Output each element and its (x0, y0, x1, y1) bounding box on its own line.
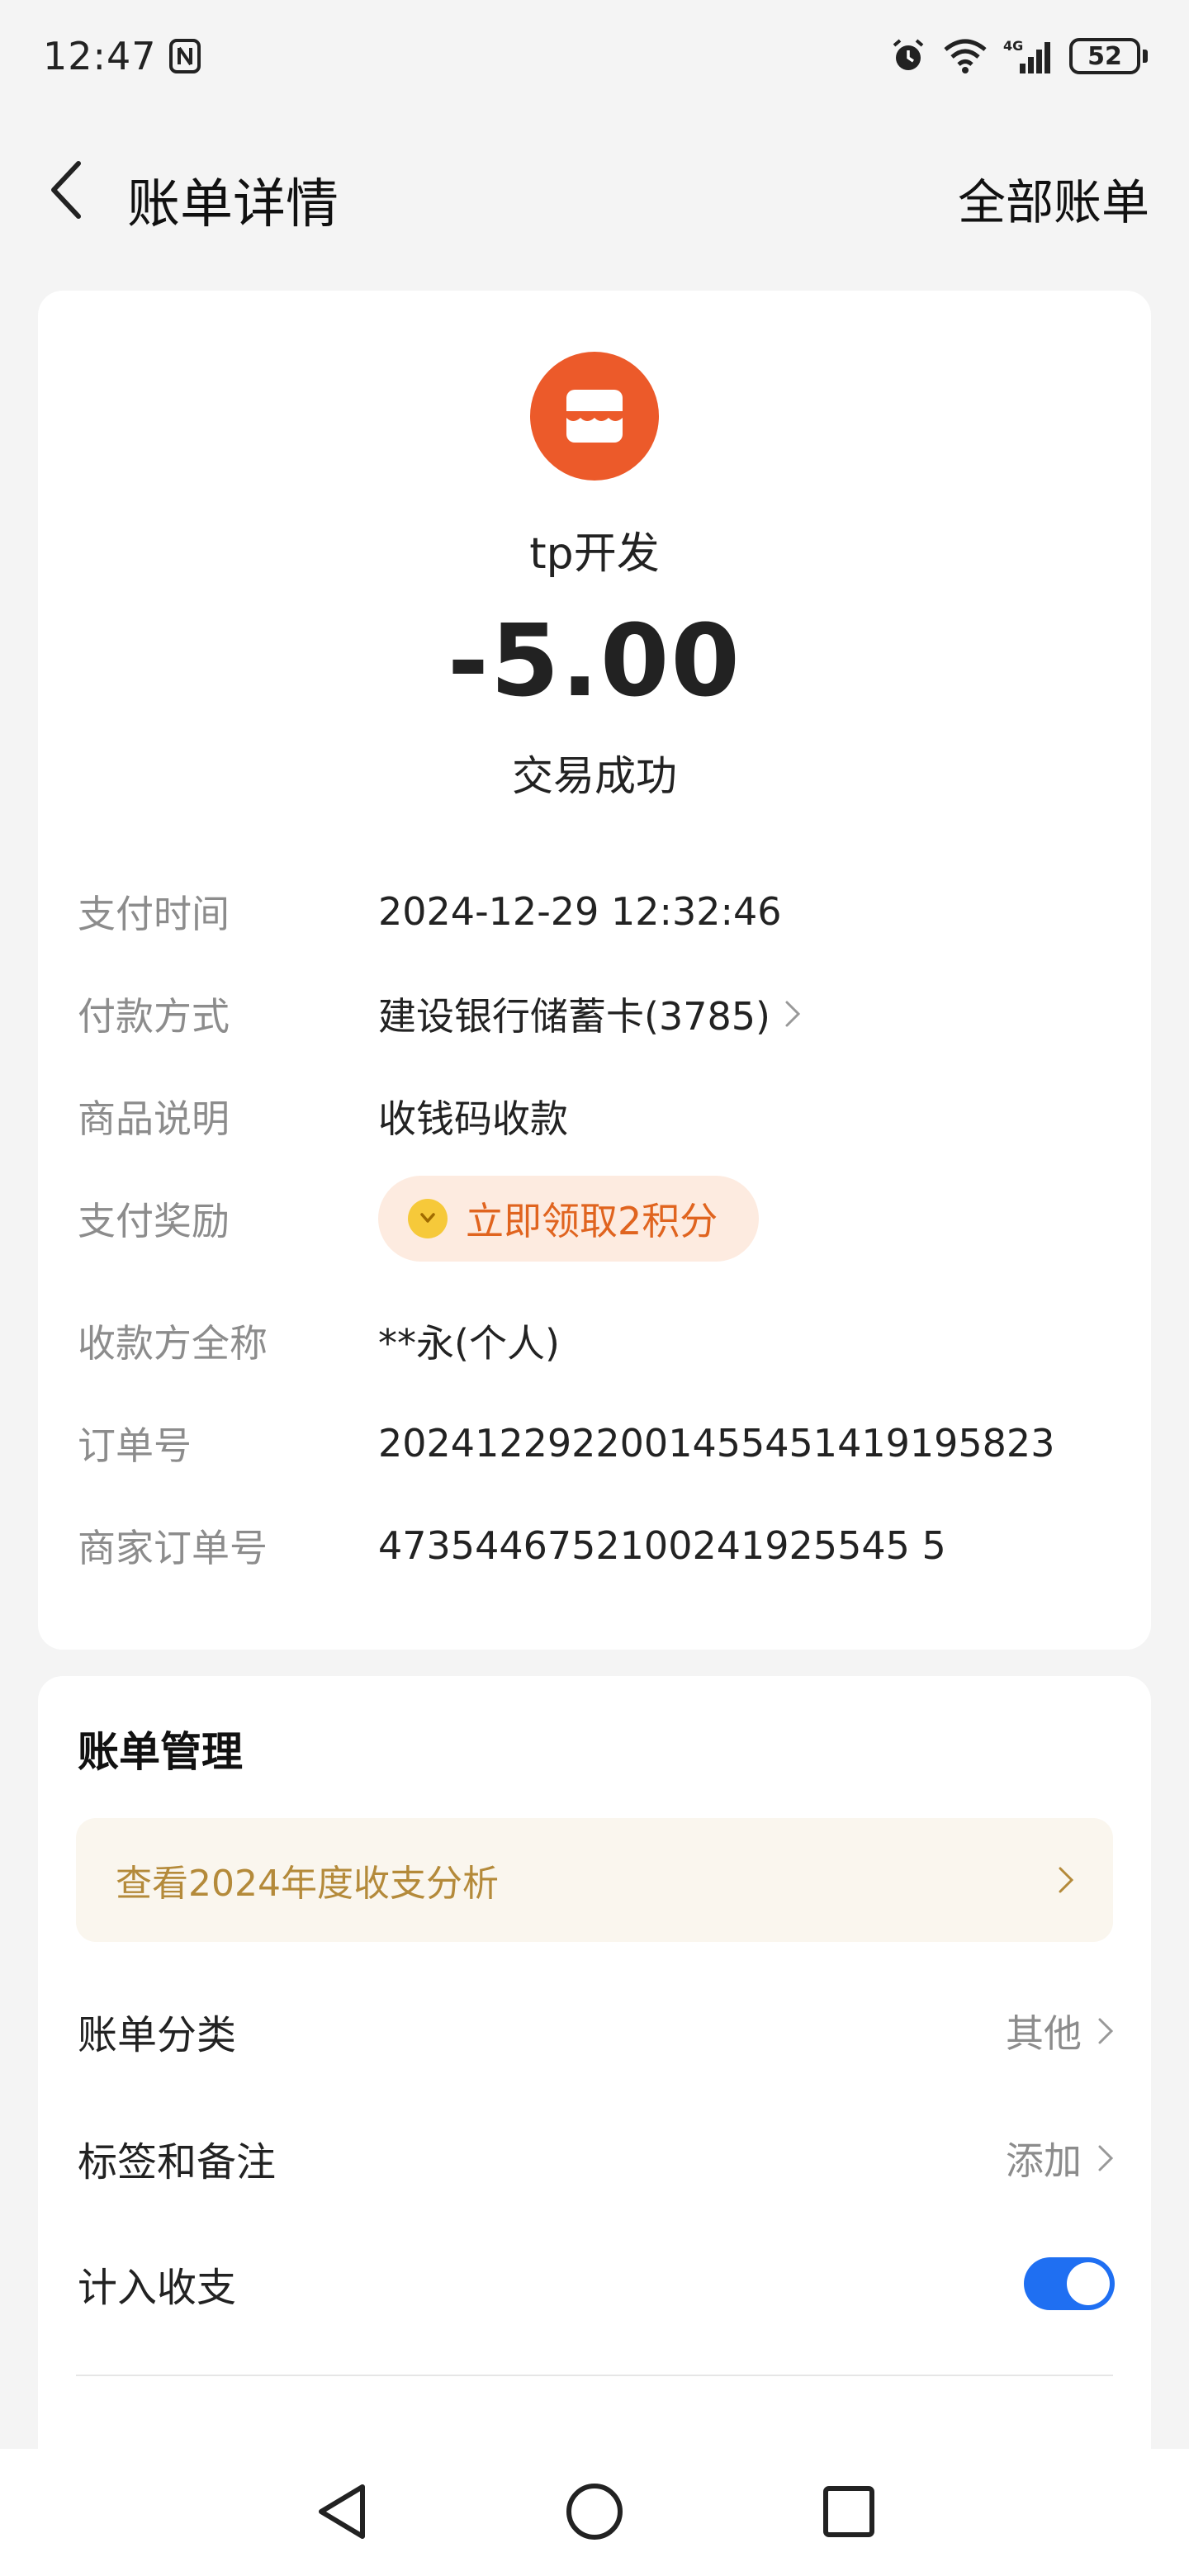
reward-text: 立即领取2积分 (466, 1199, 718, 1243)
system-recents-button[interactable] (808, 2470, 890, 2553)
bill-category-row[interactable]: 账单分类 其他 (78, 1990, 1115, 2072)
annual-analysis-banner[interactable]: 查看2024年度收支分析 (76, 1818, 1113, 1942)
detail-row-payee: 收款方全称 **永(个人) (78, 1308, 1111, 1374)
system-home-button[interactable] (553, 2470, 636, 2553)
signal-icon: 4G (1003, 38, 1050, 73)
tags-notes-row[interactable]: 标签和备注 添加 (78, 2117, 1115, 2200)
detail-value: 建设银行储蓄卡(3785) (378, 987, 802, 1041)
system-back-button[interactable] (301, 2470, 383, 2553)
alarm-icon (893, 39, 924, 70)
page-title: 账单详情 (127, 174, 339, 235)
store-icon (566, 390, 623, 443)
detail-value: 收钱码收款 (378, 1096, 568, 1141)
detail-value: 2024122922001455451419195823 (378, 1421, 1055, 1466)
manage-row-value: 添加 (1006, 2131, 1115, 2185)
include-in-budget-row: 计入收支 (78, 2242, 1115, 2325)
transaction-amount: -5.00 (448, 604, 741, 719)
transaction-status: 交易成功 (512, 752, 677, 800)
annual-analysis-text: 查看2024年度收支分析 (116, 1863, 499, 1905)
coin-icon (408, 1199, 448, 1238)
payment-method-value: 建设银行储蓄卡(3785) (378, 994, 770, 1039)
detail-row-description: 商品说明 收钱码收款 (78, 1083, 1111, 1149)
detail-row-order-id: 订单号 2024122922001455451419195823 (78, 1410, 1111, 1476)
detail-value: 4735446752100241925545 5 (378, 1523, 946, 1568)
merchant-logo (530, 352, 659, 481)
chevron-right-icon (1098, 2018, 1114, 2044)
circle-home-icon (566, 2484, 623, 2540)
status-time: 12:47 (43, 34, 157, 78)
include-in-budget-toggle[interactable] (1024, 2257, 1115, 2310)
detail-row-payment-method[interactable]: 付款方式 建设银行储蓄卡(3785) (78, 981, 1111, 1047)
all-bills-button[interactable]: 全部账单 (958, 163, 1149, 233)
merchant-name: tp开发 (529, 529, 660, 579)
battery-indicator: 52 (1069, 38, 1148, 74)
wifi-icon (944, 39, 987, 73)
battery-level: 52 (1069, 38, 1140, 74)
back-button[interactable] (33, 157, 99, 223)
bill-category-value: 其他 (1006, 2011, 1082, 2056)
divider (76, 2375, 1113, 2376)
status-bar: 12:47 4G 52 (0, 0, 1189, 112)
toggle-knob (1067, 2262, 1110, 2305)
detail-label: 收款方全称 (78, 1321, 268, 1366)
chevron-right-icon (1059, 1867, 1074, 1893)
detail-label: 付款方式 (78, 994, 230, 1039)
square-recents-icon (823, 2486, 874, 2537)
detail-label: 支付时间 (78, 892, 230, 936)
system-nav-bar (0, 2449, 1189, 2576)
section-title: 账单管理 (78, 1728, 243, 1776)
detail-label: 商品说明 (78, 1096, 230, 1141)
manage-row-label: 标签和备注 (78, 2139, 277, 2185)
detail-label: 商家订单号 (78, 1526, 268, 1570)
detail-row-merchant-order-id: 商家订单号 4735446752100241925545 5 (78, 1513, 1111, 1579)
chevron-right-icon (1098, 2145, 1114, 2171)
detail-label: 订单号 (78, 1423, 192, 1468)
detail-value: 2024-12-29 12:32:46 (378, 889, 782, 934)
manage-row-value: 其他 (1006, 2004, 1115, 2058)
nav-bar: 账单详情 全部账单 (0, 132, 1189, 248)
network-label: 4G (1003, 38, 1023, 54)
detail-row-pay-time: 支付时间 2024-12-29 12:32:46 (78, 878, 1111, 945)
battery-tip (1143, 50, 1148, 63)
manage-row-label: 账单分类 (78, 2012, 237, 2058)
detail-row-reward: 支付奖励 立即领取2积分 (78, 1176, 1111, 1262)
bill-management-card: 账单管理 查看2024年度收支分析 账单分类 其他 标签和备注 添加 计入收支 (38, 1676, 1151, 2502)
manage-row-label: 计入收支 (78, 2265, 237, 2311)
tags-notes-value: 添加 (1006, 2138, 1082, 2183)
chevron-right-icon (785, 1001, 801, 1027)
detail-label: 支付奖励 (78, 1199, 230, 1243)
detail-value: **永(个人) (378, 1321, 560, 1366)
status-left: 12:47 (43, 34, 201, 78)
triangle-back-icon (319, 2484, 365, 2539)
nfc-icon (168, 39, 201, 73)
chevron-left-icon (51, 161, 81, 219)
reward-claim-button[interactable]: 立即领取2积分 (378, 1176, 760, 1262)
transaction-card: tp开发 -5.00 交易成功 支付时间 2024-12-29 12:32:46… (38, 291, 1151, 1650)
status-right: 4G 52 (889, 37, 1148, 75)
